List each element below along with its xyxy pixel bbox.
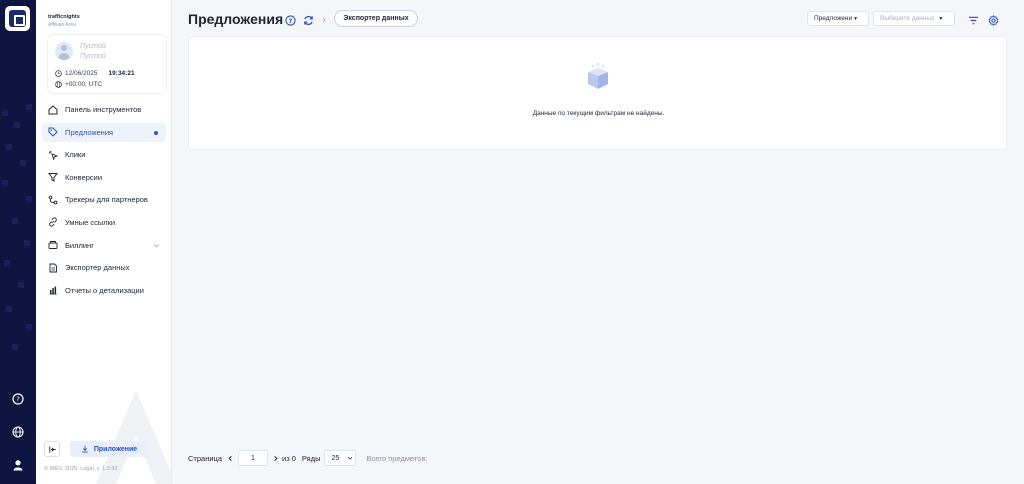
sidebar-item-conversions[interactable]: Конверсии xyxy=(42,168,166,187)
total-items-label: Всего предметов: xyxy=(366,453,428,463)
link-icon xyxy=(48,217,58,227)
help-circle-icon[interactable]: ? xyxy=(284,14,296,26)
chevron-down-icon[interactable] xyxy=(153,242,160,251)
filter-icon xyxy=(48,172,58,183)
empty-box-icon xyxy=(588,63,608,89)
clock-icon xyxy=(55,70,62,77)
sidebar-item-label: Умные ссылки xyxy=(65,217,116,227)
download-icon xyxy=(82,445,88,453)
app-logo[interactable] xyxy=(5,6,30,31)
svg-text:?: ? xyxy=(288,16,292,24)
svg-text:?: ? xyxy=(16,396,20,404)
user-name-secondary: Пустой xyxy=(80,53,106,60)
sidebar-item-clicks[interactable]: Клики xyxy=(42,145,166,164)
sidebar-item-label: Биллинг xyxy=(65,240,94,250)
billing-icon xyxy=(48,240,58,250)
copyright: © IREV, 2025. Legal. v. 1.3.53 xyxy=(44,466,118,472)
app-rail: ? xyxy=(0,0,36,484)
sidebar-item-dashboard[interactable]: Панель инструментов xyxy=(42,100,166,119)
tag-icon xyxy=(48,127,58,137)
collapse-sidebar-button[interactable] xyxy=(44,441,60,457)
sidebar-item-label: Панель инструментов xyxy=(65,105,142,114)
filter-lines-icon[interactable] xyxy=(967,14,979,26)
globe-icon[interactable] xyxy=(11,425,25,439)
user-icon[interactable] xyxy=(11,458,25,472)
settings-gear-icon[interactable] xyxy=(987,14,999,26)
sidebar-nav: Панель инструментов Предложения Клики Ко… xyxy=(42,100,166,303)
user-card: Пустой Пустой 12/06/2025 19:34:21 +00:00… xyxy=(48,35,166,93)
sidebar-item-data-exporter[interactable]: Экспортер данных xyxy=(42,258,166,277)
user-date: 12/06/2025 xyxy=(65,70,98,77)
sidebar-item-billing[interactable]: Биллинг xyxy=(42,236,166,255)
page-title: Предложения xyxy=(188,11,284,27)
sidebar-item-label: Трекеры для партнеров xyxy=(65,195,148,205)
rows-label: Ряды xyxy=(301,453,321,463)
sidebar: trafficnights Affiliate Area Пустой Пуст… xyxy=(36,0,172,484)
tracker-icon xyxy=(48,195,58,205)
offers-select-value: Предложени xyxy=(814,15,853,22)
user-time: 19:34:21 xyxy=(108,70,135,77)
rows-per-page-select[interactable]: 25 xyxy=(324,450,357,466)
refresh-icon[interactable] xyxy=(302,14,314,26)
active-indicator xyxy=(154,130,158,135)
sidebar-item-label: Конверсии xyxy=(65,172,103,182)
user-timezone-row: +00:00, UTC xyxy=(55,81,102,88)
sidebar-item-smart-links[interactable]: Умные ссылки xyxy=(42,213,166,232)
chevron-down-icon xyxy=(348,456,353,460)
report-icon xyxy=(48,285,58,295)
sidebar-item-offers[interactable]: Предложения xyxy=(42,122,166,142)
click-icon xyxy=(48,150,58,160)
avatar xyxy=(55,42,73,60)
sidebar-item-detail-reports[interactable]: Отчеты о детализации xyxy=(42,281,166,300)
prev-page-button[interactable] xyxy=(227,455,234,462)
dashboard-icon xyxy=(48,104,58,115)
rail-pattern-decoration xyxy=(2,104,32,350)
collapse-left-icon xyxy=(48,445,56,453)
chevron-down-icon: ▼ xyxy=(938,15,944,22)
sidebar-item-label: Предложения xyxy=(65,127,114,137)
rows-per-page-value: 25 xyxy=(331,454,340,462)
export-icon xyxy=(48,263,58,273)
brand-subtitle: Affiliate Area xyxy=(48,22,76,28)
data-exporter-button[interactable]: Экспортер данных xyxy=(334,10,418,27)
chevron-right-icon xyxy=(318,14,330,26)
brand-name: trafficnights xyxy=(48,14,80,20)
chevron-left-icon xyxy=(228,455,232,461)
sidebar-item-label: Отчеты о детализации xyxy=(65,285,144,295)
data-select[interactable]: Выберите данных ▼ xyxy=(873,11,955,26)
chevron-right-icon xyxy=(274,455,278,461)
offers-panel: Данные по текущим фильтрам не найдены. xyxy=(188,36,1007,150)
user-datetime: 12/06/2025 19:34:21 xyxy=(55,70,135,77)
empty-state-message: Данные по текущим фильтрам не найдены. xyxy=(532,110,665,117)
page-number-input[interactable]: 1 xyxy=(238,450,268,466)
sidebar-item-label: Экспортер данных xyxy=(65,263,130,273)
data-select-placeholder: Выберите данных xyxy=(880,15,935,22)
next-page-button[interactable] xyxy=(272,455,279,462)
offers-select[interactable]: Предложени ▼ xyxy=(807,11,869,26)
sidebar-item-label: Клики xyxy=(65,150,86,160)
help-icon[interactable]: ? xyxy=(11,392,25,406)
user-name: Пустой xyxy=(80,43,106,50)
chevron-down-icon: ▼ xyxy=(853,15,859,22)
page-label: Страница xyxy=(188,453,222,463)
app-download-button[interactable]: Приложение xyxy=(70,441,148,457)
globe-small-icon xyxy=(55,81,62,88)
page-total: из 0 xyxy=(282,453,296,463)
user-timezone: +00:00, UTC xyxy=(65,81,103,88)
pagination: Страница 1 из 0 Ряды 25 Всего предметов: xyxy=(188,450,428,466)
app-download-label: Приложение xyxy=(93,445,138,453)
sidebar-item-partner-trackers[interactable]: Трекеры для партнеров xyxy=(42,190,166,209)
